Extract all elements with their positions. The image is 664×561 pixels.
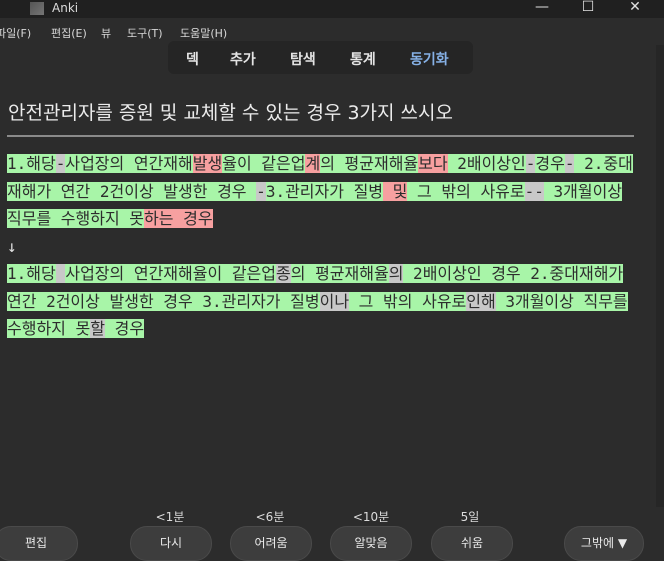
correct-answer-segment-miss: 인해 [466,291,496,311]
correct-answer-segment-miss: 할 [90,319,105,338]
again-button[interactable]: 다시 [130,526,212,561]
typed-answer-segment-miss: - [525,154,536,173]
typed-answer-segment-miss: -- [524,181,544,201]
easy-button[interactable]: 쉬움 [431,526,513,561]
title-bar: Anki — ☐ ✕ [0,0,664,18]
menu-edit[interactable]: 편집(E) [51,25,87,41]
typed-answer-segment-bad: 및 [383,181,408,201]
typed-answer-segment-bad: 하는 경우 [144,209,213,228]
more-button[interactable]: 그밖에 ▼ [564,526,644,561]
answer-comparison: 1.해당-사업장의 연간재해발생율이 같은업계의 평균재해율보다 2배이상인-경… [7,150,637,343]
correct-answer-segment-good: 2배이상인 경우 [403,264,531,283]
card-question: 안전관리자를 증원 및 교체할 수 있는 경우 3가지 쓰시오 [8,102,453,124]
typed-answer-segment-good: 의 평균재해율 [320,154,419,173]
correct-answer-segment-good: 경우 [104,319,145,338]
correct-answer-segment-miss [55,264,66,283]
menu-help[interactable]: 도움말(H) [180,25,227,41]
typed-answer-segment-bad: 보다 [418,154,448,173]
correct-answer-segment-good: 사업장의 연간재해율이 같은업 [65,264,276,283]
correct-answer-segment-miss: 종 [276,264,291,283]
good-button[interactable]: 알맞음 [330,526,412,561]
anki-app-icon [30,2,44,15]
window-title: Anki [52,1,79,15]
typed-answer-segment-good: 경우 [535,154,565,173]
interval-hard: <6분 [255,510,285,524]
close-button[interactable]: ✕ [612,0,658,17]
menu-view[interactable]: 뷰 [101,25,111,41]
correct-answer-segment-good: 그 밖의 사유로 [349,291,467,311]
typed-answer-segment-good: 그 밖의 사유로 [407,181,525,201]
scrollbar[interactable] [656,45,664,507]
typed-answer-segment-good: 3.관리자가 질병 [265,181,384,201]
typed-answer-segment-good: 사업장의 연간재해 [65,154,193,173]
typed-answer-segment-good: 1.해당 [7,154,56,173]
typed-answer: 1.해당-사업장의 연간재해발생율이 같은업계의 평균재해율보다 2배이상인-경… [7,150,637,233]
typed-answer-segment-miss: - [256,181,266,201]
comparison-arrow: ↓ [7,236,17,256]
interval-again: <1분 [155,510,185,524]
toolbar-stats[interactable]: 통계 [350,49,376,69]
typed-answer-segment-good: 2배이상인 [447,154,526,173]
correct-answer-segment-miss: 의 [388,264,404,283]
answer-divider [7,135,634,137]
typed-answer-segment-bad: 발생 [192,154,223,173]
correct-answer-segment-good: 의 평균재해율 [290,264,389,283]
toolbar-browse[interactable]: 탐색 [290,49,316,69]
typed-answer-segment-miss: - [55,154,66,173]
edit-button[interactable]: 편집 [0,526,78,561]
toolbar-sync[interactable]: 동기화 [410,49,449,69]
minimize-button[interactable]: — [519,0,565,17]
toolbar-decks[interactable]: 덱 [186,49,199,69]
menu-file[interactable]: 파일(F) [0,25,31,41]
hard-button[interactable]: 어려움 [230,526,312,561]
interval-good: <10분 [352,510,390,524]
correct-answer-segment-good: 1.해당 [7,264,56,283]
typed-answer-segment-good: 율이 같은업 [222,154,306,173]
main-toolbar: 덱 추가 탐색 통계 동기화 [168,41,473,74]
menu-bar: 파일(F) 편집(E) 뷰 도구(T) 도움말(H) [0,22,664,42]
interval-easy: 5일 [460,510,480,524]
correct-answer: 1.해당 사업장의 연간재해율이 같은업종의 평균재해율의 2배이상인 경우 2… [7,260,637,343]
maximize-button[interactable]: ☐ [565,0,611,17]
toolbar-add[interactable]: 추가 [230,49,256,69]
menu-tools[interactable]: 도구(T) [127,25,163,41]
correct-answer-segment-miss: 이나 [319,291,350,311]
typed-answer-segment-bad: 계 [305,154,321,173]
correct-answer-segment-good: 3.관리자가 질병 [202,291,320,311]
